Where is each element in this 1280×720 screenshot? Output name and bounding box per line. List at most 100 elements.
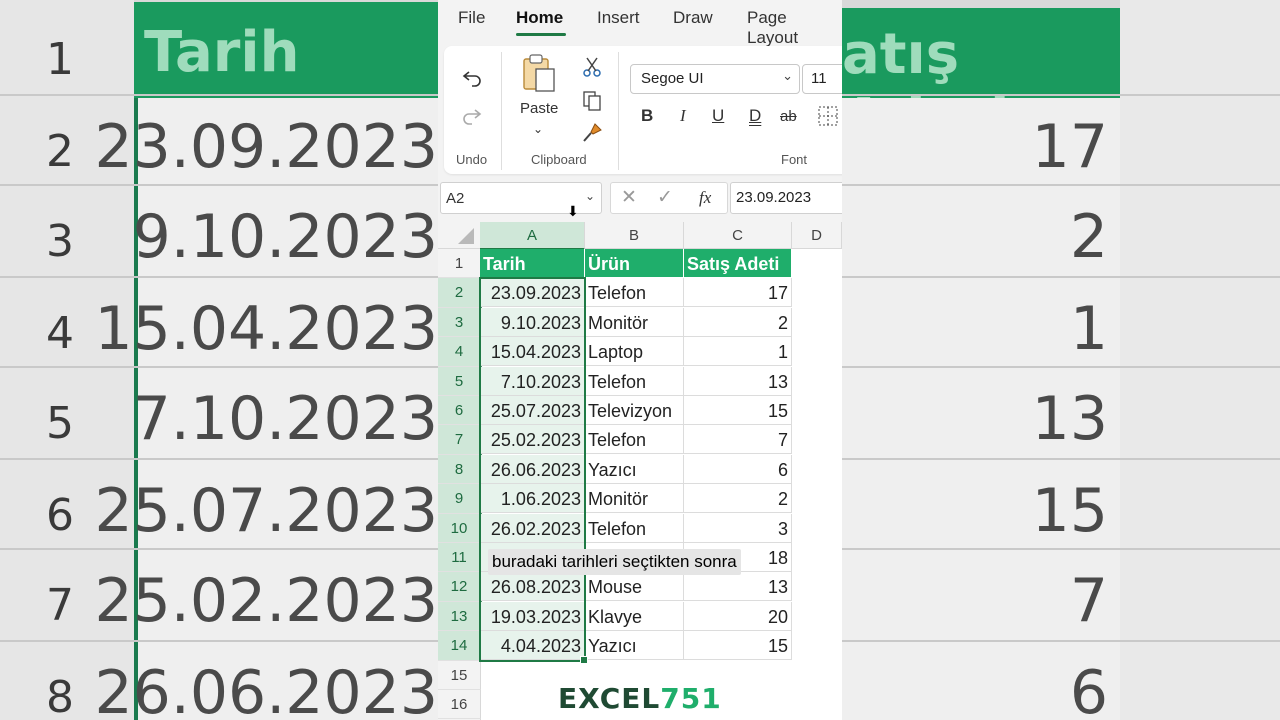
double-underline-button[interactable]: D [749, 106, 761, 126]
bg-header-satis: atış Adeti [842, 8, 1120, 152]
column-header-b[interactable]: B [585, 222, 684, 249]
copy-icon[interactable] [578, 88, 606, 114]
row-header[interactable]: 6 [438, 396, 482, 426]
quantity-cell[interactable]: 17 [684, 278, 792, 308]
column-header-d[interactable]: D [792, 222, 842, 249]
row-header[interactable]: 7 [438, 425, 482, 455]
product-cell[interactable]: Monitör [585, 307, 684, 337]
date-cell[interactable]: 26.08.2023 [480, 572, 585, 602]
check-icon[interactable]: ✓ [657, 186, 673, 208]
quantity-cell[interactable]: 6 [684, 454, 792, 484]
row-header[interactable]: 2 [438, 278, 482, 308]
date-cell[interactable]: 19.03.2023 [480, 601, 585, 631]
date-cell[interactable]: 4.04.2023 [480, 631, 585, 661]
date-cell[interactable]: 25.02.2023 [480, 425, 585, 455]
quantity-cell[interactable]: 7 [684, 425, 792, 455]
bg-date-value: 25.02.2023 [94, 566, 438, 636]
font-name-select[interactable]: Segoe UI ⌄ [630, 64, 800, 94]
row-header[interactable]: 16 [438, 690, 481, 720]
select-all-corner[interactable] [438, 222, 481, 249]
underline-button[interactable]: U [712, 106, 724, 126]
row-header[interactable]: 8 [438, 454, 482, 485]
header-cell[interactable]: Ürün [585, 249, 684, 278]
date-cell[interactable]: 23.09.2023 [480, 278, 585, 308]
undo-icon[interactable] [454, 62, 490, 92]
paste-label[interactable]: Paste [520, 100, 558, 117]
quantity-cell[interactable]: 2 [684, 484, 792, 514]
strikethrough-button[interactable]: ab [780, 108, 797, 125]
product-cell[interactable]: Telefon [585, 278, 684, 308]
cut-icon[interactable] [578, 54, 606, 80]
quantity-cell[interactable]: 2 [684, 307, 792, 337]
quantity-cell[interactable]: 13 [684, 572, 792, 602]
row-header[interactable]: 13 [438, 601, 482, 632]
row-header[interactable]: 5 [438, 366, 482, 396]
row-header[interactable]: 4 [438, 337, 482, 367]
date-cell[interactable]: 7.10.2023 [480, 366, 585, 396]
menu-file[interactable]: File [458, 8, 485, 28]
product-cell[interactable]: Laptop [585, 337, 684, 367]
font-size-select[interactable]: 11 [802, 64, 842, 94]
date-cell[interactable]: 9.10.2023 [480, 307, 585, 337]
date-cell[interactable]: 25.07.2023 [480, 396, 585, 425]
product-cell[interactable]: Yazıcı [585, 454, 684, 484]
menu-home[interactable]: Home [516, 8, 563, 28]
row-header[interactable]: 12 [438, 572, 482, 602]
row-header[interactable]: 11 [438, 543, 482, 573]
product-cell[interactable]: Mouse [585, 572, 684, 602]
menu-draw[interactable]: Draw [673, 8, 713, 28]
excel751-logo: EXCEL751 [558, 682, 722, 715]
ribbon-separator [501, 52, 502, 170]
bg-row-number: 1 [46, 34, 74, 85]
product-cell[interactable]: Klavye [585, 601, 684, 631]
font-group-label: Font [781, 152, 808, 167]
chevron-down-icon: ⌄ [782, 69, 793, 84]
product-cell[interactable]: Telefon [585, 513, 684, 543]
quantity-cell[interactable]: 13 [684, 366, 792, 396]
formula-input[interactable]: 23.09.2023 [730, 182, 842, 214]
date-cell[interactable]: 15.04.2023 [480, 337, 585, 367]
bg-count-value: 7 [1069, 566, 1108, 636]
bg-right-strip [1120, 0, 1280, 720]
date-cell[interactable]: 26.06.2023 [480, 454, 585, 484]
redo-icon[interactable] [454, 100, 490, 130]
paste-chevron-icon[interactable]: ⌄ [533, 122, 543, 136]
header-cell[interactable]: Tarih [480, 249, 585, 278]
quantity-cell[interactable]: 3 [684, 513, 792, 543]
header-cell[interactable]: Satış Adeti [684, 249, 792, 278]
format-painter-icon[interactable] [578, 120, 606, 146]
date-cell[interactable]: 1.06.2023 [480, 484, 585, 514]
quantity-cell[interactable]: 1 [684, 337, 792, 367]
quantity-cell[interactable]: 15 [684, 631, 792, 661]
product-cell[interactable]: Yazıcı [585, 631, 684, 661]
borders-icon[interactable] [816, 104, 840, 128]
product-cell[interactable]: Telefon [585, 425, 684, 455]
fx-icon[interactable]: fx [699, 188, 711, 208]
product-cell[interactable]: Televizyon [585, 396, 684, 425]
column-header-c[interactable]: C [684, 222, 792, 249]
chevron-down-icon: ⌄ [584, 189, 595, 203]
fill-handle[interactable] [580, 655, 588, 664]
product-cell[interactable]: Monitör [585, 484, 684, 514]
row-header[interactable]: 1 [438, 249, 481, 279]
row-header[interactable]: 9 [438, 484, 482, 514]
bold-button[interactable]: B [641, 106, 653, 126]
product-cell[interactable]: Telefon [585, 366, 684, 396]
cancel-icon[interactable]: ✕ [621, 186, 637, 208]
video-caption: buradaki tarihleri seçtikten sonra [488, 549, 741, 575]
formula-value: 23.09.2023 [736, 189, 812, 206]
italic-button[interactable]: I [680, 106, 686, 126]
column-header-a[interactable]: A [480, 222, 585, 250]
menu-insert[interactable]: Insert [597, 8, 640, 28]
date-cell[interactable]: 26.02.2023 [480, 513, 585, 543]
row-header[interactable]: 10 [438, 513, 482, 543]
quantity-cell[interactable]: 15 [684, 396, 792, 425]
paste-icon[interactable] [518, 52, 560, 96]
excel-panel: File Home Insert Draw Page Layout Undo P… [438, 0, 842, 720]
bg-count-value: 1 [1069, 294, 1108, 364]
menu-page-layout[interactable]: Page Layout [747, 8, 842, 48]
row-header[interactable]: 3 [438, 307, 482, 338]
row-header[interactable]: 15 [438, 660, 481, 690]
quantity-cell[interactable]: 20 [684, 601, 792, 631]
row-header[interactable]: 14 [438, 631, 482, 661]
